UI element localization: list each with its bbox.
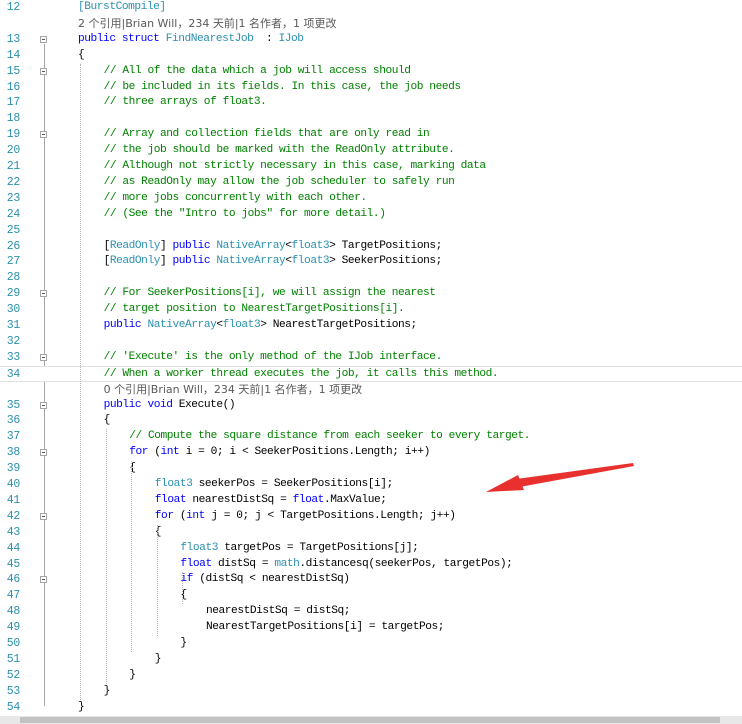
red-arrow-annotation [486,463,634,492]
scrollbar-thumb[interactable] [20,717,720,723]
horizontal-scrollbar[interactable] [0,716,742,724]
arrow-shaft [509,463,634,488]
